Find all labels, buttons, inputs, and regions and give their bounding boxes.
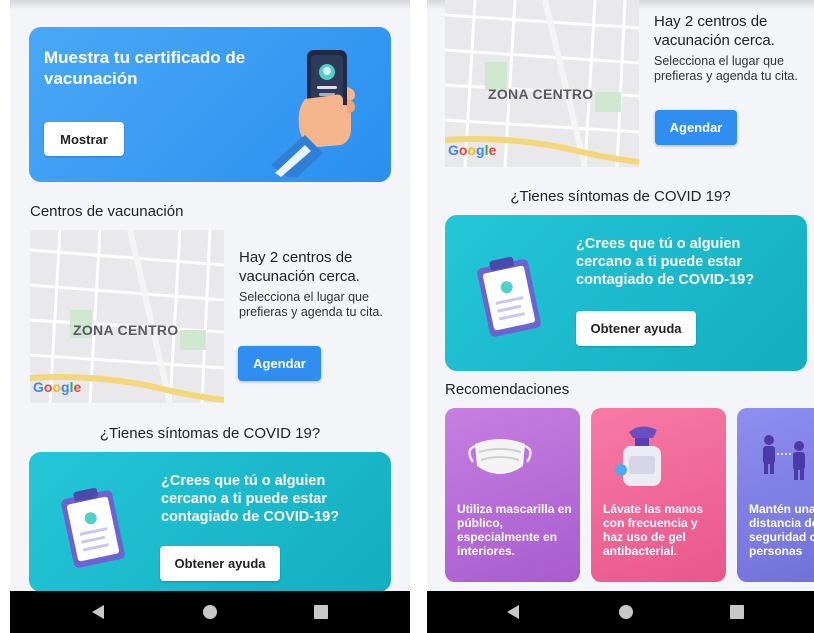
google-logo: Google [33, 379, 82, 395]
centers-subtext: Selecciona el lugar que prefieras y agen… [239, 290, 383, 319]
centers-map[interactable]: ZONA CENTRO Google [445, 0, 639, 167]
recommendation-card-distance[interactable]: Mantén una distancia de seguridad con ot… [737, 408, 814, 582]
back-icon[interactable] [90, 604, 106, 620]
recommendation-text: Mantén una distancia de seguridad con ot… [749, 502, 814, 558]
android-nav-bar [10, 591, 410, 633]
covid-help-card[interactable]: ¿Crees que tú o alguien cercano a ti pue… [29, 452, 391, 592]
get-help-button[interactable]: Obtener ayuda [576, 311, 696, 346]
distance-icon [763, 435, 805, 480]
centers-heading: Hay 2 centros de vacunación cerca. [654, 13, 775, 49]
status-bar [10, 0, 410, 10]
centers-heading: Hay 2 centros de vacunación cerca. [239, 249, 360, 285]
centers-section-title: Centros de vacunación [30, 203, 184, 220]
home-icon[interactable] [618, 604, 634, 620]
clipboard-icon [477, 256, 541, 337]
google-logo: Google [448, 142, 497, 158]
show-certificate-button[interactable]: Mostrar [44, 122, 124, 156]
symptoms-section-title: ¿Tienes síntomas de COVID 19? [510, 188, 731, 205]
phone-hand-icon [271, 50, 355, 177]
certificate-banner[interactable]: Muestra tu certificado de vacunación Mos… [29, 27, 391, 182]
home-icon[interactable] [202, 604, 218, 620]
map-streets [30, 230, 224, 403]
recommendation-text: Lávate las manos con frecuencia y haz us… [603, 502, 704, 558]
recommendation-card-mask[interactable]: Utiliza mascarilla en público, especialm… [445, 408, 580, 582]
covid-card-text: ¿Crees que tú o alguien cercano a ti pue… [161, 473, 340, 525]
map-zone-label: ZONA CENTRO [488, 86, 594, 102]
clipboard-icon [61, 487, 125, 568]
certificate-title: Muestra tu certificado de vacunación [44, 48, 246, 88]
recommendations-section-title: Recomendaciones [445, 381, 570, 398]
schedule-button[interactable]: Agendar [655, 110, 737, 145]
get-help-button[interactable]: Obtener ayuda [160, 546, 280, 581]
screen-right: ZONA CENTRO Google Hay 2 centros de vacu… [427, 0, 814, 633]
recents-icon[interactable] [729, 604, 745, 620]
schedule-button[interactable]: Agendar [238, 346, 321, 381]
symptoms-section-title: ¿Tienes síntomas de COVID 19? [99, 425, 321, 442]
recents-icon[interactable] [313, 604, 329, 620]
map-zone-label: ZONA CENTRO [73, 322, 179, 338]
centers-subtext: Selecciona el lugar que prefieras y agen… [654, 54, 798, 83]
recommendation-card-hands[interactable]: Lávate las manos con frecuencia y haz us… [591, 408, 726, 582]
covid-help-card[interactable]: ¿Crees que tú o alguien cercano a ti pue… [445, 215, 807, 371]
screen-left: Muestra tu certificado de vacunación Mos… [10, 0, 410, 633]
mask-icon [468, 439, 532, 474]
sanitizer-icon [615, 426, 661, 486]
recommendation-text: Utiliza mascarilla en público, especialm… [457, 502, 572, 558]
centers-map[interactable]: ZONA CENTRO Google [30, 230, 224, 403]
android-nav-bar [427, 591, 814, 633]
covid-card-text: ¿Crees que tú o alguien cercano a ti pue… [576, 236, 755, 288]
back-icon[interactable] [505, 604, 521, 620]
